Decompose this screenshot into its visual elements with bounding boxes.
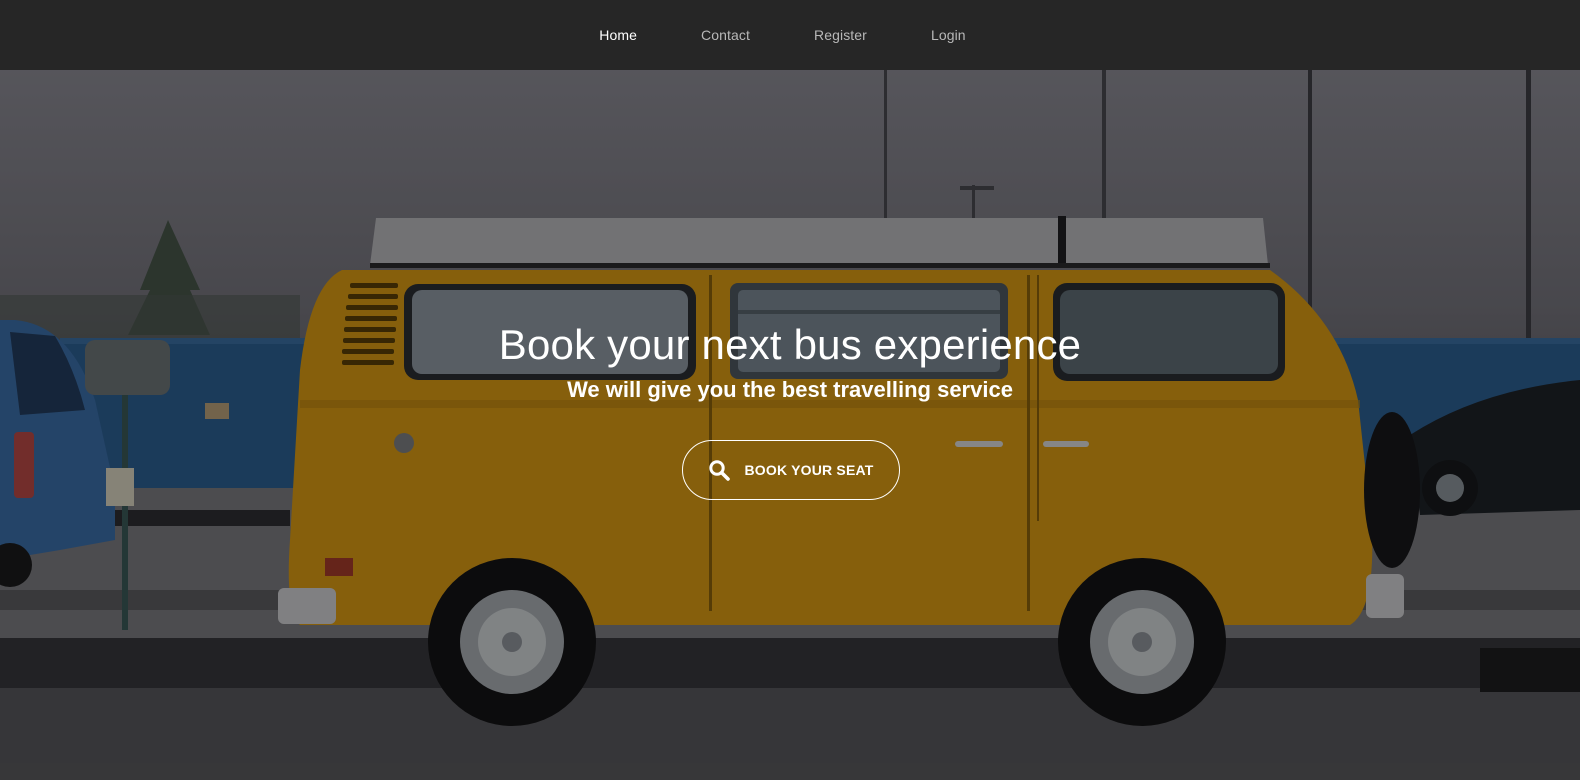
nav-link-home[interactable]: Home [567,27,669,43]
nav-links: Home Contact Register Login [567,27,997,43]
nav-link-login[interactable]: Login [899,27,998,43]
nav-link-register[interactable]: Register [782,27,899,43]
search-icon [708,459,731,481]
top-navbar: Home Contact Register Login [0,0,1580,70]
hero-subtitle: We will give you the best travelling ser… [567,377,1013,402]
nav-link-contact[interactable]: Contact [669,27,782,43]
hero-section: Book your next bus experience We will gi… [0,70,1580,780]
book-your-seat-button[interactable]: BOOK YOUR SEAT [682,440,900,500]
hero-title: Book your next bus experience [498,321,1082,368]
book-your-seat-label: BOOK YOUR SEAT [744,462,874,478]
hero-content: Book your next bus experience We will gi… [0,70,1580,780]
